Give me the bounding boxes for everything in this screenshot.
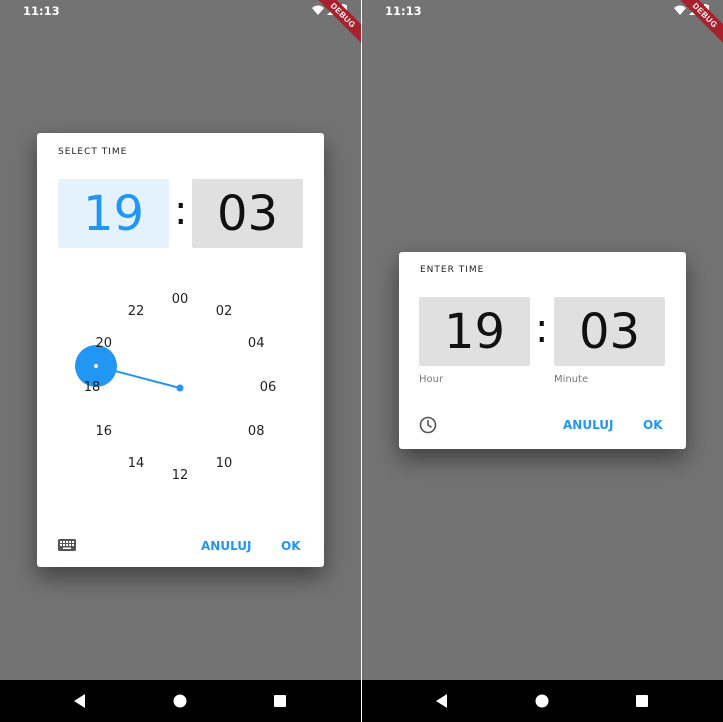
wifi-icon <box>312 5 324 15</box>
back-icon[interactable] <box>72 693 88 709</box>
recents-icon[interactable] <box>634 693 650 709</box>
enter-time-dialog: ENTER TIME 19 : 03 Hour Minute ANULUJ OK <box>399 252 686 449</box>
navigation-bar <box>362 680 723 722</box>
dial-number[interactable]: 08 <box>244 424 268 440</box>
ok-button[interactable]: OK <box>281 539 301 553</box>
select-time-dialog: SELECT TIME 19 : 03 00 02 04 06 08 10 12 14 16 18… <box>37 133 324 567</box>
dial-number[interactable]: 18 <box>80 380 104 396</box>
keyboard-icon[interactable] <box>58 539 76 551</box>
clock-hand <box>75 345 184 392</box>
status-bar: 11:13 DEBUG <box>362 0 723 46</box>
dial-number[interactable]: 20 <box>92 336 116 352</box>
hour-field[interactable]: 19 <box>419 297 530 366</box>
dial-number[interactable]: 02 <box>212 304 236 320</box>
time-separator: : <box>535 306 549 352</box>
minute-caption: Minute <box>554 374 589 385</box>
dial-number[interactable]: 22 <box>124 304 148 320</box>
clock-icon[interactable] <box>419 416 437 434</box>
minute-field[interactable]: 03 <box>554 297 665 366</box>
recents-icon[interactable] <box>272 693 288 709</box>
hour-caption: Hour <box>419 374 444 385</box>
status-time: 11:13 <box>385 4 422 18</box>
phone-screen-select-time: 11:13 DEBUG SELECT TIME 19 : 03 00 02 04 06… <box>0 0 361 722</box>
status-bar: 11:13 DEBUG <box>0 0 361 46</box>
dial-center-dot <box>176 384 184 392</box>
phone-screen-enter-time: 11:13 DEBUG ENTER TIME 19 : 03 Hour Minu… <box>362 0 723 722</box>
dial-number[interactable]: 06 <box>256 380 280 396</box>
clock-dial[interactable]: 00 02 04 06 08 10 12 14 16 18 20 22 <box>37 133 324 567</box>
cancel-button[interactable]: ANULUJ <box>563 418 614 432</box>
home-icon[interactable] <box>172 693 188 709</box>
dial-number[interactable]: 04 <box>244 336 268 352</box>
dial-number[interactable]: 16 <box>92 424 116 440</box>
dial-number[interactable]: 00 <box>168 292 192 308</box>
status-time: 11:13 <box>23 4 60 18</box>
ok-button[interactable]: OK <box>643 418 663 432</box>
dial-number[interactable]: 14 <box>124 456 148 472</box>
back-icon[interactable] <box>434 693 450 709</box>
home-icon[interactable] <box>534 693 550 709</box>
cancel-button[interactable]: ANULUJ <box>201 539 252 553</box>
dial-number[interactable]: 10 <box>212 456 236 472</box>
navigation-bar <box>0 680 361 722</box>
dial-number[interactable]: 12 <box>168 468 192 484</box>
dialog-title: ENTER TIME <box>420 265 485 275</box>
wifi-icon <box>674 5 686 15</box>
screen-divider <box>361 0 362 722</box>
